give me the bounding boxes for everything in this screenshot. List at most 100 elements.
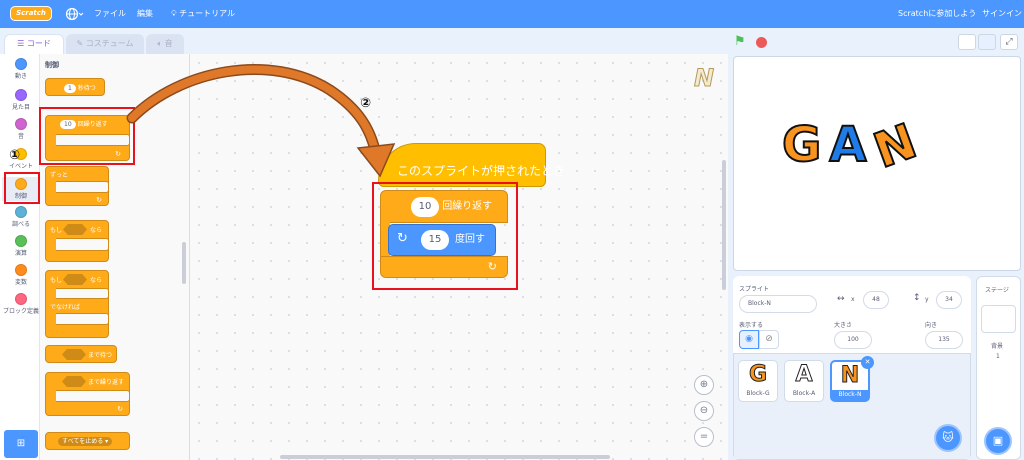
direction-input[interactable]: 135 [925, 331, 963, 349]
small-stage-button[interactable] [958, 34, 976, 50]
tab-sound[interactable]: 🔈︎ 音 [146, 34, 184, 54]
block-wait-until[interactable]: まで待つ [45, 345, 117, 363]
category-sensing[interactable]: 調べる [2, 206, 40, 228]
category-my-blocks[interactable]: ブロック定義 [2, 293, 40, 315]
stage-sprite-n[interactable]: N [865, 109, 931, 180]
zoom-in-icon: ⊕ [699, 379, 709, 390]
zoom-out-icon: ⊖ [699, 405, 709, 416]
block-forever[interactable]: ずっと ↻ [45, 166, 109, 206]
eye-icon: ◉ [745, 334, 753, 344]
block-if-else[interactable]: もし なら でなければ [45, 270, 109, 338]
palette-scrollbar[interactable] [182, 242, 186, 284]
backdrop-count: 1 [996, 353, 1000, 360]
size-label: 大きさ [834, 322, 853, 329]
category-dot [15, 293, 27, 305]
category-operators[interactable]: 演算 [2, 235, 40, 257]
sprite-properties: スプライト Block-N ↔ x 48 ↕ y 34 表示する ◉ ⊘ 大きさ… [733, 276, 971, 354]
file-menu[interactable]: ファイル [94, 0, 126, 28]
sprite-thumb-label: Block-N [832, 390, 868, 400]
y-input[interactable]: 34 [936, 291, 962, 309]
normal-stage-button[interactable] [978, 34, 996, 50]
tab-costume[interactable]: ✎ コスチューム [66, 34, 144, 54]
category-label: 調べる [11, 221, 30, 228]
block-text: ずっと [50, 172, 69, 179]
x-label: x [851, 296, 855, 303]
hide-sprite-button[interactable]: ⊘ [759, 330, 779, 349]
c-mouth [56, 390, 130, 402]
category-dot [15, 58, 27, 70]
block-if-then[interactable]: もし なら [45, 220, 109, 262]
block-repeat-until[interactable]: まで繰り返す ↻ [45, 372, 130, 416]
loop-arrow-icon: ↻ [117, 405, 123, 413]
delete-sprite-button[interactable]: ✕ [861, 356, 874, 369]
stop-dropdown[interactable]: すべてを止める ▾ [58, 437, 113, 446]
condition-slot[interactable] [63, 224, 87, 235]
size-input[interactable]: 100 [834, 331, 872, 349]
code-icon: ☰ [17, 39, 25, 48]
tab-sound-label: 音 [164, 39, 173, 48]
block-text: まで繰り返す [88, 379, 125, 386]
block-stop[interactable]: すべてを止める ▾ [45, 432, 130, 450]
eye-slash-icon: ⊘ [765, 334, 773, 344]
fullscreen-icon: ⤢ [1005, 37, 1013, 47]
block-text: まで待つ [88, 352, 113, 359]
wait-input[interactable]: 1 [64, 84, 76, 93]
category-dot [15, 118, 27, 130]
join-scratch-link[interactable]: Scratchに参加しよう [898, 0, 976, 28]
green-flag-button[interactable]: ⚑ [734, 34, 746, 49]
sprite-thumb-a[interactable]: A Block-A [784, 360, 824, 402]
workspace-horizontal-scrollbar[interactable] [280, 455, 610, 459]
direction-label: 向き [925, 322, 938, 329]
sprite-thumb-g[interactable]: G Block-G [738, 360, 778, 402]
add-extension-button[interactable]: ⊞ [4, 430, 38, 458]
sprite-thumb-n[interactable]: N Block-N ✕ [830, 356, 874, 402]
condition-slot[interactable] [63, 274, 87, 285]
drag-arrow-icon [126, 64, 396, 178]
hat-label: このスプライトが押されたとき [397, 164, 566, 178]
backdrop-thumbnail[interactable] [981, 305, 1016, 333]
category-label: 演算 [14, 250, 27, 257]
step-1-marker: ① [9, 148, 21, 163]
category-sound[interactable]: 音 [2, 118, 40, 140]
zoom-in-button[interactable]: ⊕ [694, 375, 714, 395]
sprite-thumb-image: G [748, 362, 768, 388]
zoom-out-button[interactable]: ⊖ [694, 401, 714, 421]
sprite-thumb-image: A [795, 362, 813, 388]
category-events[interactable]: イベント [2, 148, 40, 170]
show-sprite-button[interactable]: ◉ [739, 330, 759, 349]
block-text: もし [50, 227, 63, 234]
stage-selector[interactable]: ステージ 背景 1 ▣ [976, 276, 1021, 460]
zoom-reset-button[interactable]: = [694, 427, 714, 447]
category-variables[interactable]: 変数 [2, 264, 40, 286]
menu-bar: Scratch ファイル 編集 💡︎ チュートリアル Scratchに参加しよう… [0, 0, 1024, 28]
x-input[interactable]: 48 [863, 291, 889, 309]
category-looks[interactable]: 見た目 [2, 89, 40, 111]
choose-backdrop-button[interactable]: ▣ [984, 427, 1012, 455]
fullscreen-button[interactable]: ⤢ [1000, 34, 1018, 50]
c-mouth [56, 238, 109, 251]
globe-icon [65, 7, 84, 21]
category-motion[interactable]: 動き [2, 58, 40, 80]
choose-sprite-button[interactable]: 🐱︎ [934, 424, 962, 452]
sprite-label: スプライト [739, 286, 770, 293]
stage-canvas[interactable]: GAN [733, 56, 1021, 271]
stop-button[interactable] [756, 37, 767, 48]
workspace-sprite-indicator: N [693, 64, 715, 93]
category-menu [0, 54, 40, 460]
extension-icon: ⊞ [16, 438, 26, 449]
workspace-vertical-scrollbar[interactable] [722, 160, 726, 290]
tab-code[interactable]: ☰ コード [4, 34, 64, 54]
language-menu[interactable] [64, 0, 84, 28]
sign-in-link[interactable]: サインイン [982, 0, 1022, 28]
block-text: 秒待つ [77, 85, 96, 92]
condition-slot[interactable] [62, 376, 86, 387]
block-text: なら [90, 227, 103, 234]
stage-sprite-g[interactable]: G [781, 116, 829, 174]
palette-heading: 制御 [45, 61, 59, 69]
condition-slot[interactable] [62, 349, 86, 360]
scratch-logo[interactable]: Scratch [10, 6, 52, 21]
tutorial-menu[interactable]: 💡︎ チュートリアル [171, 0, 235, 28]
edit-menu[interactable]: 編集 [137, 0, 153, 28]
sprite-name-input[interactable]: Block-N [739, 295, 817, 313]
block-wait[interactable]: 1 秒待つ [45, 78, 105, 96]
